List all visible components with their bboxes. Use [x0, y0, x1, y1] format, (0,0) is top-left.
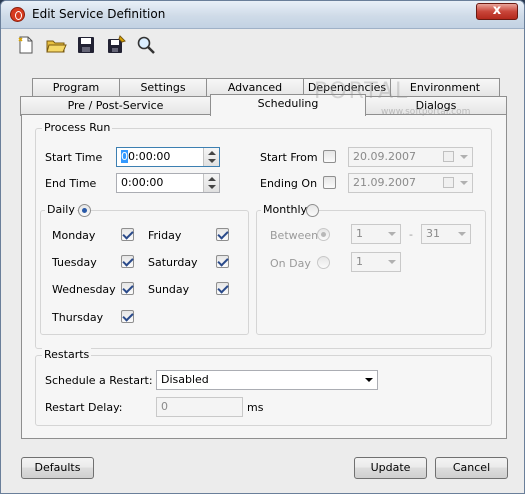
watermark-subtext: www.softportal.com [381, 107, 471, 117]
monthly-title: Monthly [261, 203, 310, 216]
start-time-spinner[interactable] [203, 148, 219, 166]
day-checkbox-saturday[interactable] [216, 255, 229, 268]
day-label-thursday: Thursday [52, 311, 104, 324]
restarts-group: Restarts Schedule a Restart: Disabled Re… [35, 348, 492, 426]
ending-on-checkbox[interactable] [323, 176, 336, 189]
end-time-field[interactable]: 0:00:00 [116, 173, 220, 193]
between-to-select[interactable]: 31 [421, 224, 471, 244]
start-time-value: 0:00:00 [128, 150, 171, 163]
tab-pre-post-service[interactable]: Pre / Post-Service [20, 96, 211, 116]
spin-down-icon[interactable] [208, 159, 216, 163]
scheduling-panel: Process Run Start Time 00:00:00 End Time… [21, 114, 507, 439]
restarts-title: Restarts [42, 348, 92, 361]
between-separator: - [409, 228, 413, 241]
schedule-restart-value: Disabled [161, 373, 209, 386]
between-to-value: 31 [426, 227, 440, 240]
restart-delay-value: 0 [161, 400, 168, 413]
title-bar[interactable]: Edit Service Definition x [1, 1, 524, 29]
chevron-down-icon[interactable] [384, 225, 400, 243]
end-time-label: End Time [45, 177, 97, 190]
process-run-title: Process Run [42, 121, 113, 134]
day-label-tuesday: Tuesday [52, 256, 97, 269]
monthly-radio[interactable] [306, 204, 319, 217]
day-checkbox-wednesday[interactable] [121, 282, 134, 295]
ending-on-label: Ending On [260, 177, 318, 190]
start-time-label: Start Time [45, 151, 103, 164]
ending-on-date: 21.09.2007 [353, 176, 416, 189]
day-checkbox-friday[interactable] [216, 228, 229, 241]
between-from-value: 1 [356, 227, 363, 240]
ending-on-date-field[interactable]: 21.09.2007 [348, 173, 473, 193]
monthly-group: Monthly Between 1 - 31 On Day 1 [256, 203, 486, 335]
restart-delay-label: Restart Delay: [45, 401, 123, 414]
restart-delay-field[interactable]: 0 [156, 397, 243, 417]
day-label-sunday: Sunday [148, 283, 190, 296]
chevron-down-icon[interactable] [361, 371, 377, 389]
day-label-monday: Monday [52, 229, 96, 242]
calendar-icon [443, 151, 454, 162]
monthly-label: Monthly [263, 203, 308, 216]
tab-program[interactable]: Program [32, 78, 120, 98]
daily-label: Daily [47, 203, 75, 216]
edit-service-window: Edit Service Definition x Program Settin… [0, 0, 525, 494]
save-as-disk-icon[interactable] [105, 34, 127, 56]
start-from-checkbox[interactable] [323, 150, 336, 163]
start-time-field[interactable]: 00:00:00 [116, 147, 220, 167]
between-radio[interactable] [317, 228, 330, 241]
update-button[interactable]: Update [354, 457, 427, 479]
spin-up-icon[interactable] [208, 177, 216, 181]
schedule-restart-label: Schedule a Restart: [45, 374, 153, 387]
process-run-group: Process Run Start Time 00:00:00 End Time… [35, 121, 492, 349]
chevron-down-icon[interactable] [456, 174, 472, 192]
restart-delay-unit: ms [247, 401, 264, 414]
day-checkbox-thursday[interactable] [121, 310, 134, 323]
end-time-spinner[interactable] [203, 174, 219, 192]
start-from-date: 20.09.2007 [353, 150, 416, 163]
day-label-saturday: Saturday [148, 256, 198, 269]
chevron-down-icon[interactable] [384, 253, 400, 271]
close-button[interactable]: x [476, 3, 518, 20]
watermark: PORTAL [314, 79, 410, 104]
spin-down-icon[interactable] [208, 185, 216, 189]
start-from-date-field[interactable]: 20.09.2007 [348, 147, 473, 167]
between-from-select[interactable]: 1 [351, 224, 401, 244]
daily-group: Daily Monday Tuesday Wednesday Thursday … [40, 203, 249, 335]
calendar-icon [443, 177, 454, 188]
day-checkbox-monday[interactable] [121, 228, 134, 241]
app-icon [10, 7, 25, 22]
new-document-icon[interactable] [15, 34, 37, 56]
on-day-radio[interactable] [317, 256, 330, 269]
day-checkbox-tuesday[interactable] [121, 255, 134, 268]
window-title: Edit Service Definition [32, 7, 166, 21]
start-time-selected-digit: 0 [121, 150, 128, 163]
day-label-friday: Friday [148, 229, 182, 242]
daily-radio[interactable] [78, 204, 91, 217]
between-label: Between [270, 229, 319, 242]
cancel-button[interactable]: Cancel [435, 457, 508, 479]
search-icon[interactable] [135, 34, 157, 56]
daily-title: Daily [45, 203, 77, 216]
tab-settings[interactable]: Settings [119, 78, 207, 98]
schedule-restart-select[interactable]: Disabled [156, 370, 378, 390]
day-label-wednesday: Wednesday [52, 283, 116, 296]
on-day-value: 1 [356, 255, 363, 268]
day-checkbox-sunday[interactable] [216, 282, 229, 295]
on-day-label: On Day [270, 257, 311, 270]
save-disk-icon[interactable] [75, 34, 97, 56]
chevron-down-icon[interactable] [454, 225, 470, 243]
start-from-label: Start From [260, 151, 318, 164]
end-time-value: 0:00:00 [121, 176, 164, 189]
defaults-button[interactable]: Defaults [21, 457, 94, 479]
chevron-down-icon[interactable] [456, 148, 472, 166]
open-folder-icon[interactable] [45, 34, 67, 56]
on-day-select[interactable]: 1 [351, 252, 401, 272]
spin-up-icon[interactable] [208, 151, 216, 155]
